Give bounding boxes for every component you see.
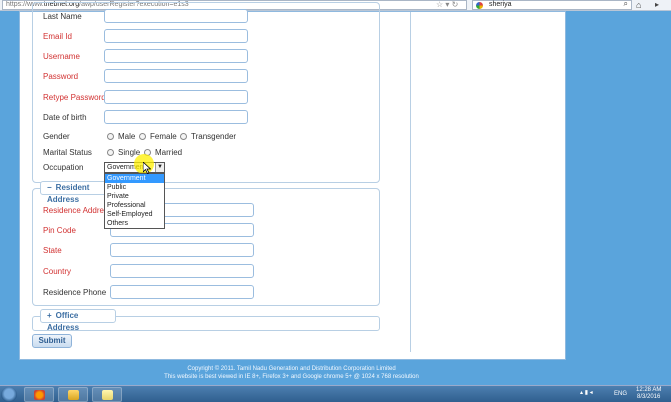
gender-label: Gender xyxy=(43,132,70,141)
search-input[interactable]: sheriya xyxy=(489,1,512,8)
dob-input[interactable] xyxy=(104,110,248,124)
residence-phone-input[interactable] xyxy=(110,285,254,299)
marital-status-label: Marital Status xyxy=(43,148,92,157)
residence-address-label: Residence Address xyxy=(43,206,112,215)
occupation-option[interactable]: Public xyxy=(105,183,164,192)
username-input[interactable] xyxy=(104,49,248,63)
minus-icon: − xyxy=(47,183,52,192)
occupation-dropdown-list: Government Public Private Professional S… xyxy=(104,173,165,229)
state-input[interactable] xyxy=(110,243,254,257)
google-icon[interactable] xyxy=(476,2,483,9)
office-address-legend[interactable]: + Office Address xyxy=(40,309,116,332)
menu-icon[interactable]: ▸ xyxy=(655,0,665,10)
url-actions: ☆ ▾ ↻ xyxy=(436,0,458,10)
windows-taskbar: ▴ ▮ ◂ ENG 12:28 AM 8/3/2016 xyxy=(0,385,671,402)
occupation-option[interactable]: Government xyxy=(105,174,164,183)
windows-start-icon[interactable] xyxy=(1,387,17,402)
explorer-taskbar-button[interactable] xyxy=(58,387,88,402)
marital-single-radio[interactable]: Single xyxy=(107,148,140,158)
firefox-icon xyxy=(34,390,45,400)
occupation-option[interactable]: Others xyxy=(105,219,164,228)
clock[interactable]: 12:28 AM 8/3/2016 xyxy=(636,387,661,401)
folder-icon xyxy=(68,390,79,400)
radio-icon xyxy=(107,133,114,140)
star-icon[interactable]: ☆ xyxy=(436,0,443,9)
username-label: Username xyxy=(43,52,80,61)
network-icon[interactable]: ▮ xyxy=(585,390,588,396)
retype-password-input[interactable] xyxy=(104,90,248,104)
firefox-taskbar-button[interactable] xyxy=(24,387,54,402)
occupation-label: Occupation xyxy=(43,163,84,172)
country-input[interactable] xyxy=(110,264,254,278)
search-icon[interactable]: ⌕ xyxy=(624,0,628,8)
plus-icon: + xyxy=(47,311,52,320)
dropdown-arrow-icon[interactable]: ▾ xyxy=(445,0,449,9)
page-footer: Copyright © 2011. Tamil Nadu Generation … xyxy=(0,365,671,381)
gender-male-label: Male xyxy=(118,132,136,141)
reload-icon[interactable]: ↻ xyxy=(452,0,459,9)
right-panel-divider xyxy=(410,12,411,352)
radio-icon xyxy=(180,133,187,140)
dob-label: Date of birth xyxy=(43,113,87,122)
submit-button[interactable]: Submit xyxy=(32,334,72,348)
notes-taskbar-button[interactable] xyxy=(92,387,122,402)
password-label: Password xyxy=(43,72,79,81)
occupation-option[interactable]: Private xyxy=(105,192,164,201)
chevron-down-icon[interactable]: ▼ xyxy=(155,163,164,172)
clock-date: 8/3/2016 xyxy=(637,394,661,400)
radio-icon xyxy=(139,133,146,140)
occupation-option[interactable]: Self-Employed xyxy=(105,210,164,219)
gender-female-label: Female xyxy=(150,132,177,141)
notes-icon xyxy=(102,390,113,400)
radio-icon xyxy=(107,149,114,156)
country-label: Country xyxy=(43,267,72,276)
mouse-pointer-icon xyxy=(143,162,151,174)
system-tray: ▴ ▮ ◂ xyxy=(580,389,593,396)
home-icon[interactable]: ⌂ xyxy=(636,0,648,10)
gender-transgender-radio[interactable]: Transgender xyxy=(180,132,236,142)
pincode-label: Pin Code xyxy=(43,226,76,235)
email-label: Email Id xyxy=(43,32,72,41)
last-name-label: Last Name xyxy=(43,12,82,21)
registration-page: Last Name Email Id Username Password Ret… xyxy=(19,2,566,360)
gender-transgender-label: Transgender xyxy=(191,132,237,141)
occupation-option[interactable]: Professional xyxy=(105,201,164,210)
last-name-input[interactable] xyxy=(104,9,248,23)
gender-male-radio[interactable]: Male xyxy=(107,132,135,142)
copyright-text: Copyright © 2011. Tamil Nadu Generation … xyxy=(187,366,396,372)
clock-time: 12:28 AM xyxy=(636,387,662,393)
browser-note-text: This website is best viewed in IE 8+, Fi… xyxy=(164,374,419,380)
search-bar[interactable]: sheriya ⌕ xyxy=(472,0,632,10)
gender-female-radio[interactable]: Female xyxy=(139,132,177,142)
residence-phone-label: Residence Phone xyxy=(43,288,107,297)
volume-icon[interactable]: ◂ xyxy=(590,390,593,396)
marital-married-label: Married xyxy=(155,148,183,157)
language-indicator[interactable]: ENG xyxy=(614,391,627,397)
email-input[interactable] xyxy=(104,29,248,43)
tray-arrow-icon[interactable]: ▴ xyxy=(580,390,583,396)
retype-password-label: Retype Password xyxy=(43,93,106,102)
state-label: State xyxy=(43,246,62,255)
password-input[interactable] xyxy=(104,69,248,83)
